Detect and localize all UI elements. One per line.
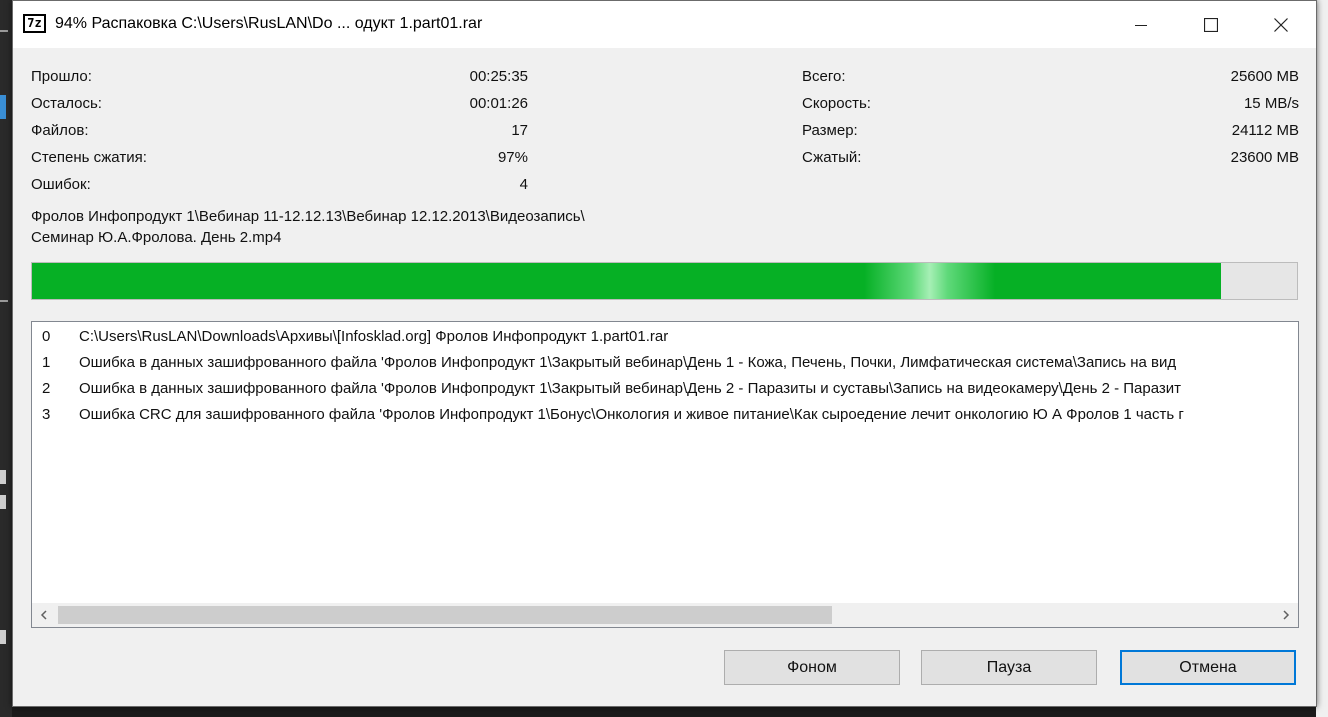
background-tick (0, 630, 6, 644)
background-window-edge-right (1316, 0, 1328, 717)
log-row-index: 2 (42, 380, 51, 397)
stat-ratio-value: 97% (497, 149, 528, 166)
background-button[interactable]: Фоном (724, 650, 900, 685)
stat-total-value: 25600 MB (1230, 68, 1299, 85)
scrollbar-thumb[interactable] (58, 606, 832, 624)
current-file-path-line1: Фролов Инфопродукт 1\Вебинар 11-12.12.13… (31, 208, 585, 225)
7zip-app-icon: 7z (23, 14, 46, 33)
background-window-edge-left (0, 0, 12, 717)
dialog-content: Прошло: 00:25:35 Осталось: 00:01:26 Файл… (13, 48, 1316, 708)
log-row-text: Ошибка в данных зашифрованного файла 'Фр… (79, 354, 1177, 371)
stat-errors-label: Ошибок: (31, 176, 91, 193)
stat-packed-value: 23600 MB (1230, 149, 1299, 166)
title-bar[interactable]: 7z 94% Распаковка C:\Users\RusLAN\Do ...… (13, 1, 1316, 48)
message-log-list[interactable]: 0 C:\Users\RusLAN\Downloads\Архивы\[Info… (31, 321, 1299, 628)
stat-files-label: Файлов: (31, 122, 89, 139)
extract-progress-window: 7z 94% Распаковка C:\Users\RusLAN\Do ...… (12, 0, 1317, 707)
minimize-button[interactable] (1118, 1, 1164, 48)
progress-bar (31, 262, 1298, 300)
background-tick (0, 470, 6, 484)
stat-files-value: 17 (511, 122, 528, 139)
progress-bar-fill (32, 263, 1222, 299)
stat-ratio-label: Степень сжатия: (31, 149, 147, 166)
log-row-index: 0 (42, 328, 51, 345)
current-file-path-line2: Семинар Ю.А.Фролова. День 2.mp4 (31, 229, 282, 246)
log-row[interactable]: 2 Ошибка в данных зашифрованного файла '… (32, 376, 1298, 402)
stat-size-label: Размер: (802, 122, 858, 139)
stat-elapsed-value: 00:25:35 (469, 68, 528, 85)
log-row-text: Ошибка в данных зашифрованного файла 'Фр… (79, 380, 1182, 397)
close-icon (1274, 17, 1288, 32)
log-row[interactable]: 0 C:\Users\RusLAN\Downloads\Архивы\[Info… (32, 324, 1298, 350)
stat-remaining-value: 00:01:26 (469, 95, 528, 112)
log-row-text: C:\Users\RusLAN\Downloads\Архивы\[Infosk… (79, 328, 669, 345)
scroll-right-button[interactable] (1274, 603, 1298, 627)
pause-button[interactable]: Пауза (921, 650, 1097, 685)
stat-elapsed-label: Прошло: (31, 68, 92, 85)
minimize-icon (1135, 24, 1147, 26)
scroll-left-button[interactable] (32, 603, 56, 627)
stat-errors-value: 4 (519, 176, 528, 193)
maximize-icon (1204, 17, 1218, 32)
background-tick (0, 495, 6, 509)
background-tick (0, 300, 8, 302)
close-button[interactable] (1258, 1, 1304, 48)
stat-speed-value: 15 MB/s (1243, 95, 1299, 112)
window-title: 94% Распаковка C:\Users\RusLAN\Do ... од… (55, 15, 483, 32)
background-tick (0, 95, 6, 119)
horizontal-scrollbar[interactable] (32, 603, 1298, 627)
log-row-text: Ошибка CRC для зашифрованного файла 'Фро… (79, 406, 1184, 423)
stat-packed-label: Сжатый: (802, 149, 862, 166)
stat-speed-label: Скорость: (802, 95, 871, 112)
background-tick (0, 30, 8, 32)
stat-remaining-label: Осталось: (31, 95, 102, 112)
chevron-left-icon (40, 610, 47, 620)
chevron-right-icon (1283, 610, 1290, 620)
stat-size-value: 24112 MB (1231, 122, 1299, 139)
stat-total-label: Всего: (802, 68, 846, 85)
log-row[interactable]: 1 Ошибка в данных зашифрованного файла '… (32, 350, 1298, 376)
log-row-index: 3 (42, 406, 51, 423)
log-row-index: 1 (42, 354, 51, 371)
maximize-button[interactable] (1188, 1, 1234, 48)
log-row[interactable]: 3 Ошибка CRC для зашифрованного файла 'Ф… (32, 402, 1298, 428)
cancel-button[interactable]: Отмена (1120, 650, 1296, 685)
current-file-path: Фролов Инфопродукт 1\Вебинар 11-12.12.13… (31, 206, 585, 248)
